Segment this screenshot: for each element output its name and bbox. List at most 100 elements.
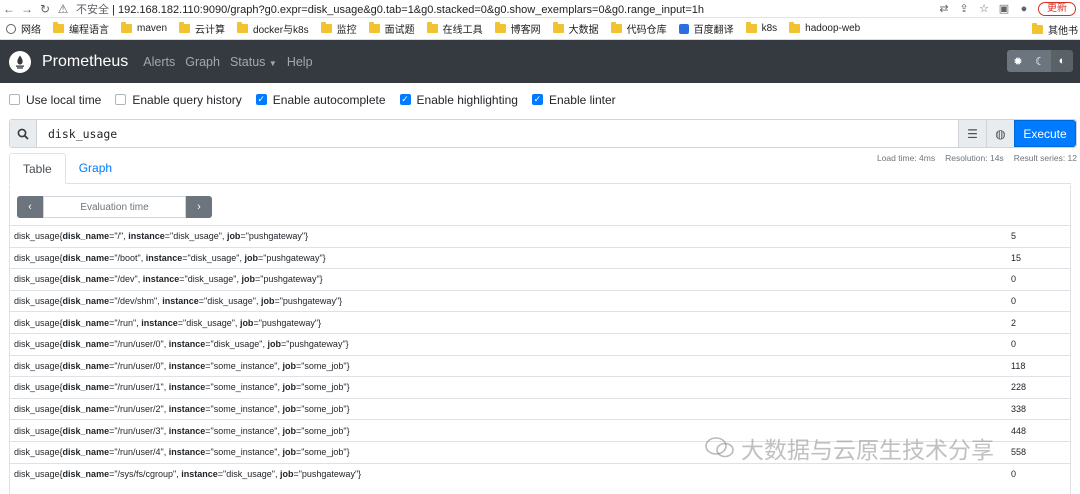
option-enable-autocomplete[interactable]: Enable autocomplete (255, 93, 386, 107)
series-label: disk_usage{disk_name="/run/user/4", inst… (14, 447, 350, 458)
update-button[interactable]: 更新 (1038, 2, 1076, 16)
folder-icon (368, 22, 380, 33)
table-row: disk_usage{disk_name="/sys/fs/cgroup", i… (10, 462, 1070, 485)
folder-icon (1032, 22, 1043, 34)
url-field[interactable]: 不安全 | 192.168.182.110:9090/graph?g0.expr… (76, 1, 704, 17)
blue-square-icon (678, 23, 689, 34)
table-row: disk_usage{disk_name="/run", instance="d… (10, 311, 1070, 333)
share-icon[interactable]: ⇪ (958, 3, 970, 15)
bookmark-item[interactable]: 博客网 (494, 21, 541, 36)
caret-down-icon: ▼ (268, 58, 277, 68)
bookmark-item[interactable]: 在线工具 (426, 21, 483, 36)
tab-table[interactable]: Table (9, 153, 66, 184)
nav-link-help[interactable]: Help (287, 55, 313, 69)
translate-icon[interactable]: ⇄ (938, 3, 950, 15)
series-value: 558 (1011, 447, 1027, 458)
option-enable-linter[interactable]: Enable linter (531, 93, 616, 107)
bookmark-item[interactable]: 监控 (320, 21, 357, 36)
star-icon[interactable]: ☆ (978, 3, 990, 15)
series-label: disk_usage{disk_name="/run/user/0", inst… (14, 339, 349, 350)
folder-icon (237, 22, 249, 33)
top-navbar: Prometheus Alerts Graph Status ▼ Help ✹ … (0, 40, 1080, 83)
bookmark-item[interactable]: 云计算 (179, 21, 225, 36)
tab-graph[interactable]: Graph (66, 153, 125, 183)
series-label: disk_usage{disk_name="/dev", instance="d… (14, 274, 323, 285)
contrast-icon[interactable]: ◐ (1051, 50, 1073, 72)
bookmark-item[interactable]: k8s (745, 22, 777, 34)
table-row: disk_usage{disk_name="/boot", instance="… (10, 246, 1070, 269)
load-time: Load time: 4ms (876, 153, 936, 163)
folder-icon (426, 22, 438, 33)
table-row: disk_usage{disk_name="/dev/shm", instanc… (10, 289, 1070, 312)
bookmark-item[interactable]: docker与k8s (237, 21, 309, 36)
bookmark-item[interactable]: maven (121, 22, 167, 34)
nav-link-graph[interactable]: Graph (185, 55, 220, 69)
prometheus-logo-icon[interactable] (9, 50, 31, 73)
brand-title[interactable]: Prometheus (42, 53, 128, 71)
forward-icon[interactable]: → (18, 2, 36, 16)
checkbox-checked[interactable] (531, 94, 543, 105)
globe-icon[interactable]: ◍ (986, 120, 1014, 147)
query-options: Use local time Enable query history Enab… (0, 83, 1080, 116)
nav-link-status[interactable]: Status ▼ (230, 55, 277, 69)
bookmarks-bar: 网络 编程语言 maven 云计算 docker与k8s 监控 面试题 在线工具… (0, 18, 1080, 40)
series-value: 228 (1011, 382, 1027, 393)
expression-input[interactable]: disk_usage (37, 120, 958, 147)
evaluation-time-picker: ‹ Evaluation time › (10, 185, 1070, 222)
bookmark-item[interactable]: 编程语言 (53, 21, 109, 36)
profile-icon[interactable]: ● (1018, 3, 1030, 15)
table-row: disk_usage{disk_name="/dev", instance="d… (10, 268, 1070, 290)
series-label: disk_usage{disk_name="/dev/shm", instanc… (14, 296, 343, 307)
series-value: 118 (1011, 360, 1026, 371)
folder-icon (53, 22, 64, 33)
folder-icon (320, 22, 332, 33)
bookmark-item[interactable]: 百度翻译 (678, 21, 734, 36)
back-icon[interactable]: ← (0, 2, 18, 16)
bookmark-item[interactable]: hadoop-web (789, 22, 860, 34)
option-use-local-time[interactable]: Use local time (9, 93, 101, 107)
series-value: 0 (1011, 274, 1017, 285)
bookmark-item[interactable]: 网络 (6, 21, 41, 36)
folder-icon (121, 22, 132, 33)
moon-icon[interactable]: ☾ (1029, 50, 1051, 72)
checkbox-checked[interactable] (255, 94, 267, 105)
sidebar-icon[interactable]: ▣ (998, 3, 1010, 15)
table-row: disk_usage{disk_name="/run/user/2", inst… (10, 397, 1070, 420)
series-label: disk_usage{disk_name="/run/user/1", inst… (14, 382, 350, 393)
globe-icon (6, 23, 16, 34)
resolution: Resolution: 14s (945, 153, 1004, 163)
table-panel: ‹ Evaluation time › disk_usage{disk_name… (9, 185, 1071, 494)
result-series: Result series: 12 (1013, 153, 1077, 163)
table-row: disk_usage{disk_name="/run/user/3", inst… (10, 419, 1070, 441)
metrics-explorer-icon[interactable]: ☰ (958, 120, 986, 147)
next-time-button[interactable]: › (186, 196, 212, 218)
nav-link-alerts[interactable]: Alerts (143, 55, 175, 69)
table-row: disk_usage{disk_name="/", instance="disk… (10, 225, 1070, 247)
sun-icon[interactable]: ✹ (1007, 50, 1029, 72)
folder-icon (745, 22, 757, 33)
bookmark-item[interactable]: 大数据 (552, 21, 599, 36)
bookmark-item[interactable]: 代码仓库 (610, 21, 667, 36)
warning-icon[interactable]: ⚠ (54, 2, 72, 16)
checkbox-checked[interactable] (399, 94, 411, 105)
option-enable-highlighting[interactable]: Enable highlighting (399, 93, 518, 107)
checkbox[interactable] (9, 94, 20, 105)
series-value: 0 (1011, 339, 1017, 350)
series-label: disk_usage{disk_name="/run", instance="d… (14, 317, 322, 328)
prev-time-button[interactable]: ‹ (17, 196, 43, 218)
bookmark-item[interactable]: 面试题 (368, 21, 415, 36)
bookmark-other[interactable]: 其他书 (1028, 18, 1080, 39)
series-label: disk_usage{disk_name="/run/user/2", inst… (14, 404, 350, 415)
folder-icon (789, 22, 801, 33)
execute-button[interactable]: Execute (1014, 120, 1076, 147)
result-tabs-row: Table Graph Load time: 4ms Resolution: 1… (9, 153, 1080, 185)
reload-icon[interactable]: ↻ (36, 2, 54, 16)
series-value: 5 (1011, 231, 1017, 242)
series-value: 15 (1011, 252, 1022, 263)
option-enable-query-history[interactable]: Enable query history (115, 93, 242, 107)
table-row: disk_usage{disk_name="/run/user/0", inst… (10, 354, 1070, 377)
query-stats: Load time: 4ms Resolution: 14s Result se… (877, 153, 1077, 163)
evaluation-time-input[interactable]: Evaluation time (43, 196, 186, 218)
series-value: 2 (1011, 317, 1017, 328)
checkbox[interactable] (115, 94, 127, 105)
